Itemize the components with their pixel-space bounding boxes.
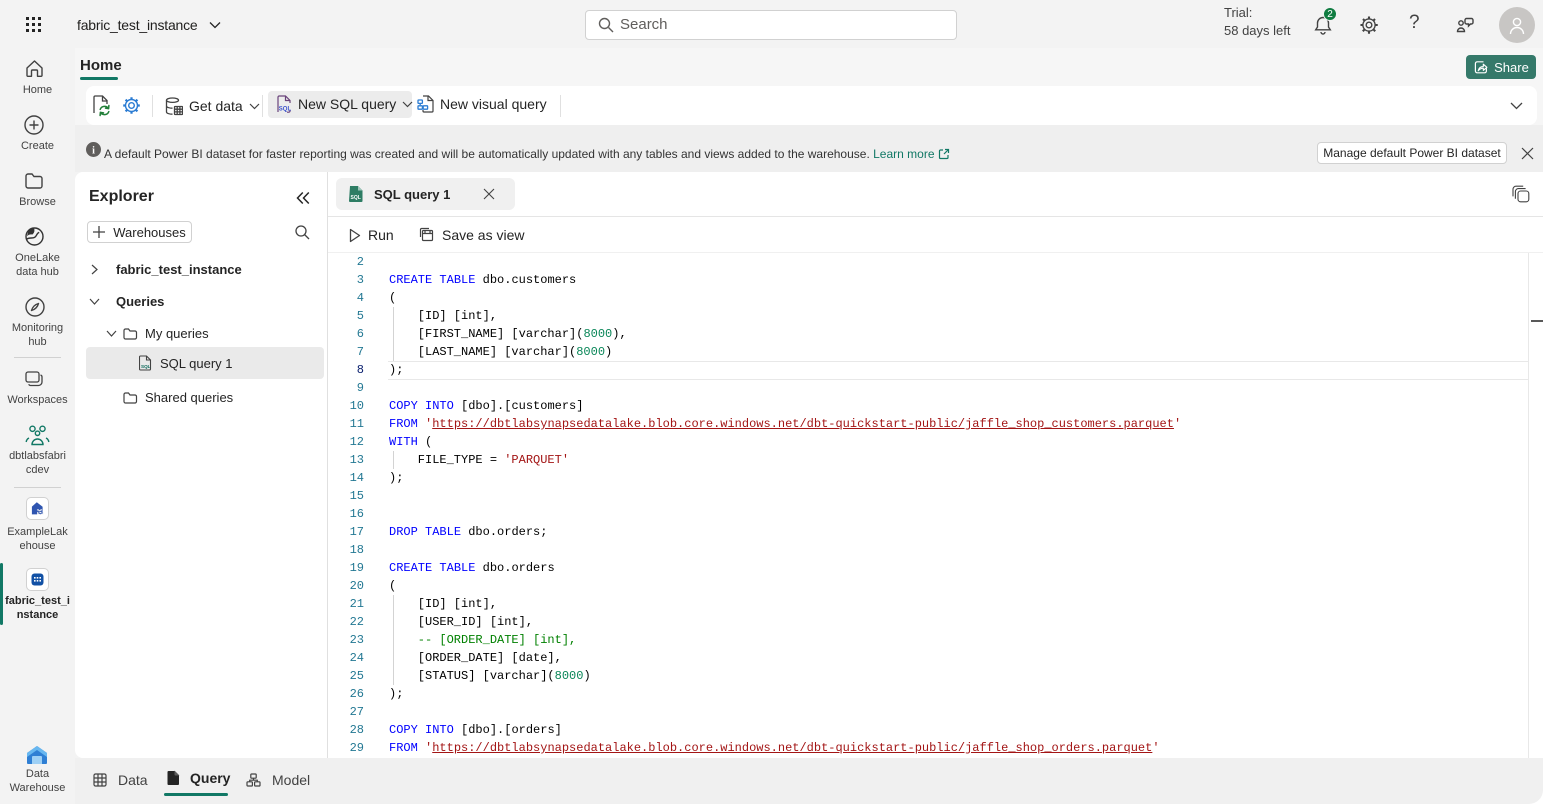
svg-text:SQL: SQL bbox=[351, 195, 361, 201]
svg-text:SQL: SQL bbox=[279, 107, 292, 113]
svg-text:SQL: SQL bbox=[141, 364, 151, 369]
svg-text:i: i bbox=[92, 145, 95, 156]
